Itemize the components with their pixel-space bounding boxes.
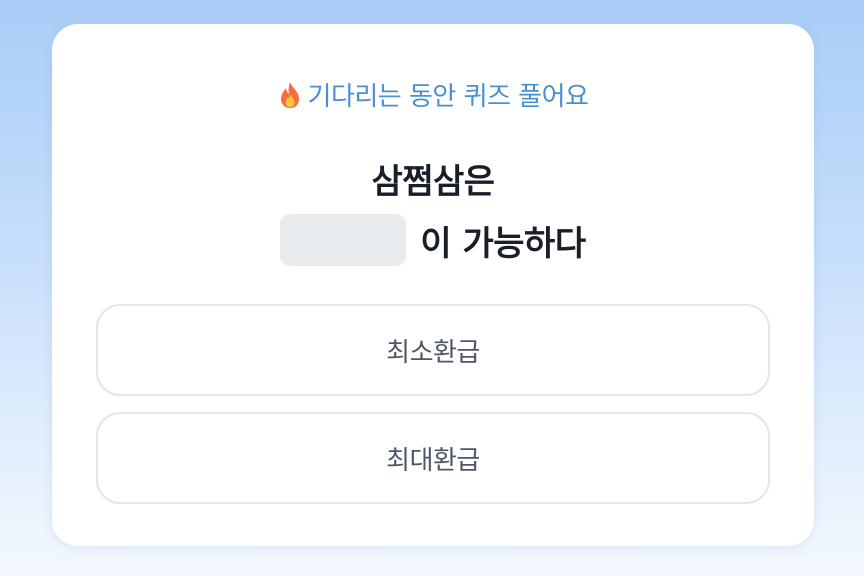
- answer-blank: [280, 214, 407, 266]
- question-suffix: 이 가능하다: [420, 223, 586, 264]
- fire-icon: [278, 81, 302, 109]
- option-button-max-refund[interactable]: 최대환급: [96, 412, 770, 504]
- question-line-1: 삼쩜삼은: [371, 162, 495, 202]
- quiz-header: 기다리는 동안 퀴즈 풀어요: [52, 76, 814, 113]
- quiz-card: 기다리는 동안 퀴즈 풀어요 삼쩜삼은 이 가능하다 최소환급 최대환급: [52, 24, 814, 546]
- question-line-2: 이 가능하다: [52, 214, 814, 266]
- quiz-header-text: 기다리는 동안 퀴즈 풀어요: [307, 82, 589, 112]
- option-button-min-refund[interactable]: 최소환급: [96, 304, 770, 396]
